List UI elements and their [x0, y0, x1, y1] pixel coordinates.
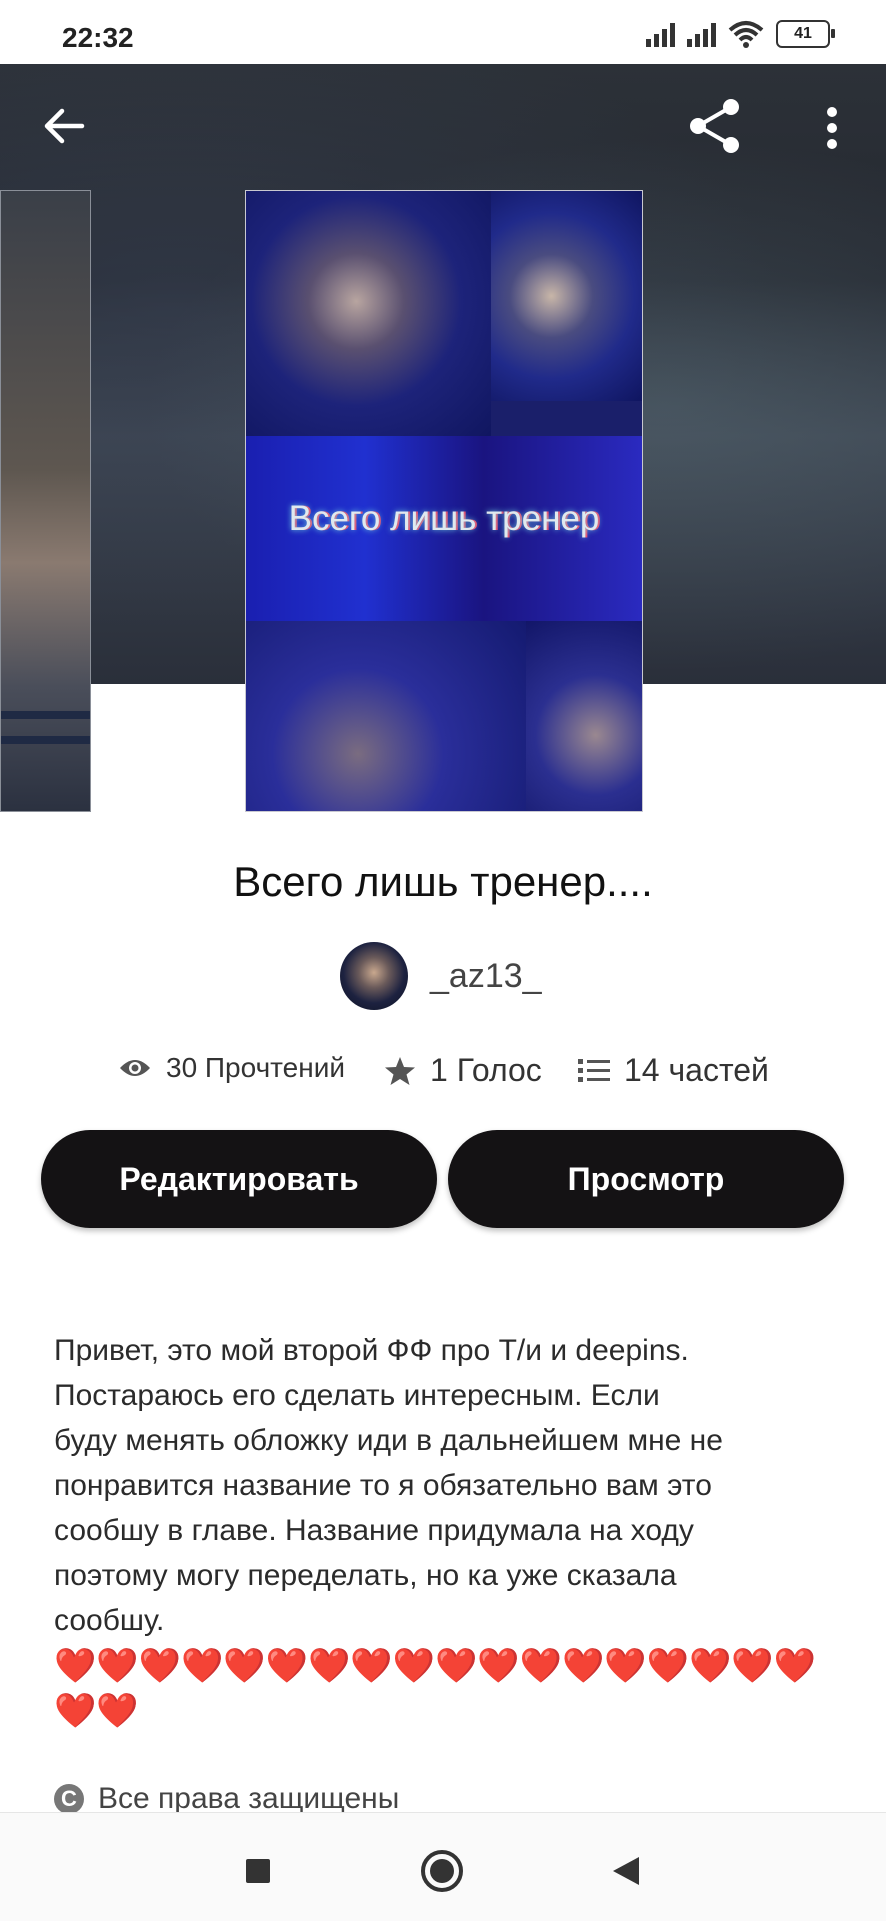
home-circle-icon	[421, 1850, 463, 1892]
signal-icon	[646, 21, 675, 47]
stat-reads: 30 Прочтений	[118, 1052, 345, 1084]
cover-tile	[246, 191, 491, 436]
more-options-button[interactable]	[808, 96, 856, 160]
stat-votes: 1 Голос	[384, 1052, 542, 1089]
copyright-text: Все права защищены	[98, 1782, 400, 1815]
triangle-back-icon	[613, 1857, 639, 1885]
more-vertical-icon	[827, 107, 837, 149]
arrow-left-icon	[44, 108, 85, 144]
avatar[interactable]	[340, 942, 408, 1010]
battery-icon: 41	[776, 20, 835, 48]
system-nav-bar	[0, 1812, 886, 1921]
nav-back-button[interactable]	[596, 1841, 656, 1901]
list-icon	[578, 1058, 610, 1082]
story-stats: 30 Прочтений 1 Голос 14 частей	[0, 1052, 886, 1098]
signal-icon-2	[687, 21, 716, 47]
story-title: Всего лишь тренер....	[233, 858, 653, 905]
battery-level: 41	[794, 25, 812, 42]
author-link[interactable]: _az13_	[340, 942, 542, 1010]
home-button[interactable]	[412, 1841, 472, 1901]
story-description: Привет, это мой второй ФФ про Т/и и deep…	[54, 1334, 723, 1637]
cover-stripe	[1, 711, 90, 719]
star-icon	[385, 1056, 415, 1085]
story-cover[interactable]: Всего лишь тренер	[245, 190, 643, 812]
status-time: 22:32	[62, 22, 134, 53]
copyright-notice: C Все права защищены	[54, 1782, 399, 1816]
cover-title-text: Всего лишь тренер	[288, 499, 600, 538]
cover-tile	[526, 621, 642, 811]
votes-count: 1 Голос	[430, 1052, 542, 1088]
previous-cover[interactable]	[0, 190, 91, 812]
share-button[interactable]	[680, 94, 750, 158]
cover-tile	[246, 621, 526, 811]
share-icon	[690, 99, 739, 153]
copyright-icon: C	[54, 1784, 84, 1814]
author-name[interactable]: _az13_	[430, 957, 542, 996]
edit-button[interactable]: Редактировать	[41, 1130, 437, 1228]
reads-count: 30 Прочтений	[166, 1052, 345, 1083]
view-button[interactable]: Просмотр	[448, 1130, 844, 1228]
wifi-icon	[728, 21, 764, 48]
cover-tile	[491, 191, 642, 401]
status-bar: 22:32 41	[0, 0, 886, 64]
recents-button[interactable]	[228, 1841, 288, 1901]
cover-stripe	[1, 736, 90, 744]
stat-parts[interactable]: 14 частей	[578, 1052, 769, 1089]
back-button[interactable]	[34, 96, 94, 156]
eye-icon	[120, 1060, 150, 1076]
parts-count[interactable]: 14 частей	[624, 1052, 769, 1089]
top-app-bar	[0, 64, 886, 190]
square-icon	[246, 1859, 270, 1883]
hearts-line: ❤️❤️❤️❤️❤️❤️❤️❤️❤️❤️❤️❤️❤️❤️❤️❤️❤️❤️❤️❤️	[54, 1647, 817, 1730]
status-icons: 41	[646, 20, 835, 48]
